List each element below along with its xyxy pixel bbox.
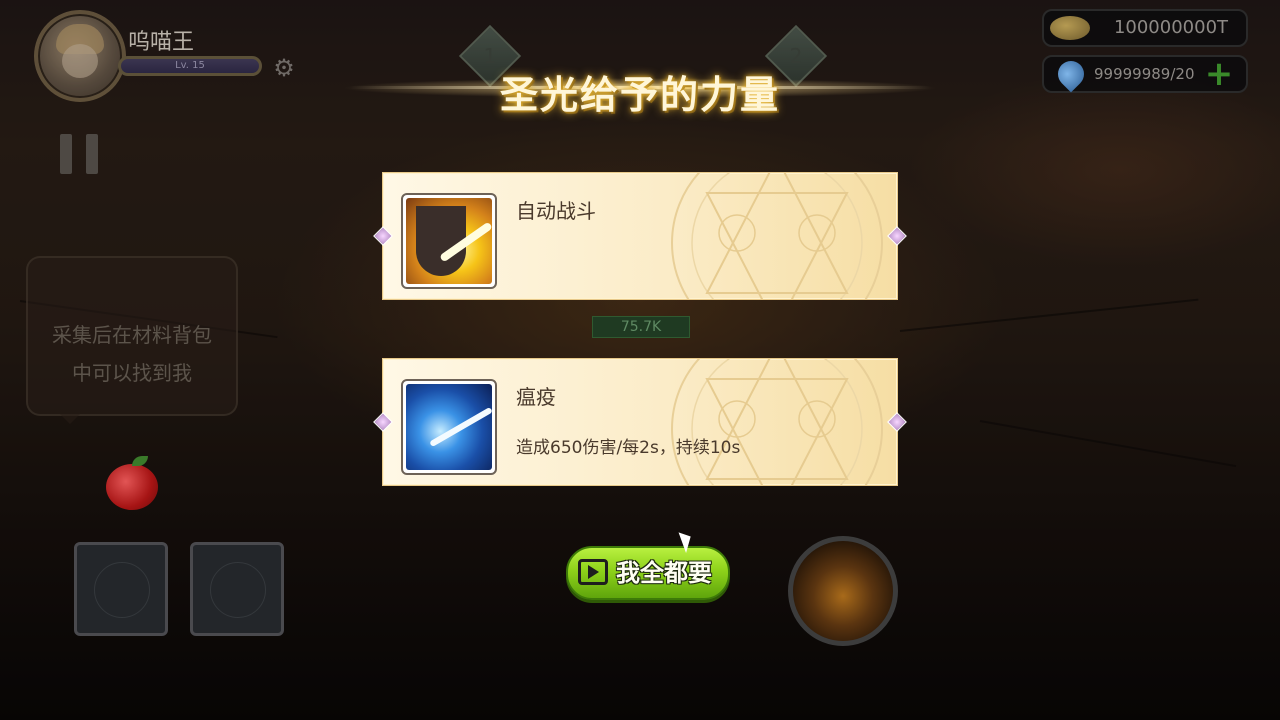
skill-card[interactable]: 瘟疫 造成650伤害/每2s，持续10s <box>373 358 907 486</box>
slash-shape <box>429 406 492 448</box>
pause-button[interactable] <box>60 134 100 174</box>
plague-icon <box>406 384 492 470</box>
attack-skill-button[interactable] <box>788 536 898 646</box>
pause-bar-right <box>86 134 98 174</box>
video-play-icon <box>578 559 608 585</box>
skill-name: 瘟疫 <box>516 385 556 409</box>
gold-counter: 100000000T <box>1042 9 1248 47</box>
coin-icon <box>1050 16 1090 40</box>
skill-card[interactable]: 自动战斗 <box>373 172 907 300</box>
hint-tooltip: 采集后在材料背包 中可以找到我 <box>26 256 238 424</box>
gear-icon[interactable]: ⚙ <box>272 56 296 80</box>
skill-icon-frame <box>401 379 497 475</box>
energy-amount: 99999989/20 <box>1094 65 1195 83</box>
energy-counter: 99999989/20 + <box>1042 55 1248 93</box>
magic-circle-decoration <box>597 359 897 485</box>
apple-icon[interactable] <box>106 456 158 510</box>
tooltip-line-1: 采集后在材料背包 <box>52 323 212 347</box>
item-slot[interactable] <box>190 542 284 636</box>
reward-title: 圣光给予的力量 <box>499 73 780 117</box>
auto-battle-icon <box>406 198 492 284</box>
hp-tag: 75.7K <box>592 316 690 338</box>
claim-all-button[interactable]: 我全都要 <box>566 546 730 600</box>
level-text: Lv. 15 <box>175 60 205 71</box>
add-energy-button[interactable]: + <box>1204 57 1234 91</box>
slot-ring <box>94 562 150 618</box>
magic-circle-decoration <box>597 173 897 299</box>
slot-ring <box>210 562 266 618</box>
skill-name: 自动战斗 <box>516 199 596 223</box>
claim-all-label: 我全都要 <box>616 559 712 587</box>
gold-amount: 100000000T <box>1113 17 1229 38</box>
avatar-face <box>62 44 98 78</box>
pause-bar-left <box>60 134 72 174</box>
skill-description: 造成650伤害/每2s，持续10s <box>516 438 741 458</box>
skill-icon-frame <box>401 193 497 289</box>
player-name: 呜喵王 <box>128 30 195 55</box>
player-avatar[interactable] <box>34 10 126 102</box>
level-bar: Lv. 15 <box>118 56 262 76</box>
tooltip-line-2: 中可以找到我 <box>72 361 192 385</box>
item-slot[interactable] <box>74 542 168 636</box>
tooltip-text: 采集后在材料背包 中可以找到我 <box>28 316 236 392</box>
energy-drop-icon <box>1052 55 1090 93</box>
